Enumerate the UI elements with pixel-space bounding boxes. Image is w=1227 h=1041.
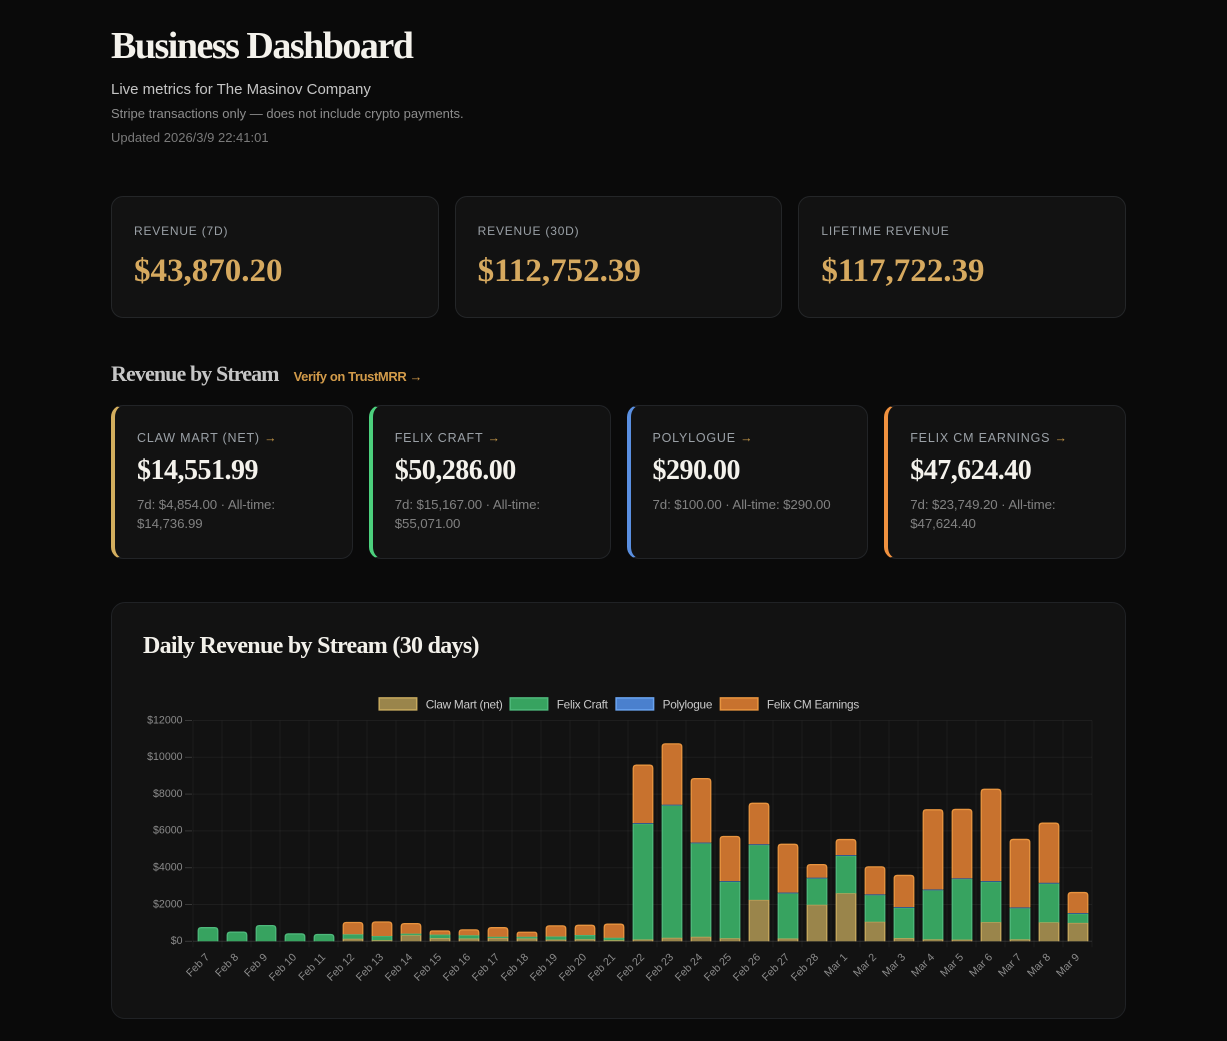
- svg-text:Mar 2: Mar 2: [851, 951, 879, 979]
- svg-text:$0: $0: [171, 935, 183, 947]
- svg-text:Feb 13: Feb 13: [354, 951, 386, 983]
- svg-text:Feb 27: Feb 27: [760, 951, 792, 983]
- svg-text:Felix Craft: Felix Craft: [557, 697, 609, 711]
- svg-text:$2000: $2000: [153, 898, 183, 910]
- svg-text:$12000: $12000: [147, 714, 182, 726]
- svg-text:Feb 21: Feb 21: [586, 951, 618, 983]
- svg-text:$4000: $4000: [153, 861, 183, 873]
- svg-text:Feb 11: Feb 11: [296, 951, 328, 983]
- svg-text:Mar 3: Mar 3: [880, 951, 908, 979]
- svg-text:$8000: $8000: [153, 787, 183, 799]
- svg-text:$10000: $10000: [147, 751, 182, 763]
- svg-text:Mar 9: Mar 9: [1054, 951, 1082, 979]
- svg-text:Mar 8: Mar 8: [1025, 951, 1053, 979]
- svg-text:Mar 4: Mar 4: [909, 951, 937, 979]
- svg-text:Claw Mart (net): Claw Mart (net): [426, 697, 503, 711]
- svg-text:Feb 17: Feb 17: [470, 951, 502, 983]
- svg-text:Feb 8: Feb 8: [213, 951, 241, 979]
- svg-text:Feb 25: Feb 25: [702, 951, 734, 983]
- svg-text:Mar 5: Mar 5: [938, 951, 966, 979]
- svg-text:Mar 7: Mar 7: [996, 951, 1024, 979]
- svg-text:Mar 1: Mar 1: [822, 951, 850, 979]
- svg-text:Feb 26: Feb 26: [731, 951, 763, 983]
- svg-text:Feb 7: Feb 7: [184, 951, 212, 979]
- svg-text:Feb 19: Feb 19: [528, 951, 560, 983]
- svg-text:Felix CM Earnings: Felix CM Earnings: [767, 697, 859, 711]
- svg-text:Mar 6: Mar 6: [967, 951, 995, 979]
- svg-text:Feb 15: Feb 15: [412, 951, 444, 983]
- svg-text:Feb 22: Feb 22: [615, 951, 647, 983]
- svg-text:Feb 23: Feb 23: [644, 951, 676, 983]
- svg-text:Feb 20: Feb 20: [557, 951, 589, 983]
- svg-text:Feb 12: Feb 12: [325, 951, 357, 983]
- svg-text:Feb 14: Feb 14: [383, 951, 415, 983]
- svg-text:$6000: $6000: [153, 824, 183, 836]
- svg-text:Feb 16: Feb 16: [441, 951, 473, 983]
- svg-text:Feb 18: Feb 18: [499, 951, 531, 983]
- svg-text:Polylogue: Polylogue: [663, 697, 713, 711]
- svg-text:Feb 10: Feb 10: [267, 951, 299, 983]
- svg-text:Feb 28: Feb 28: [789, 951, 821, 983]
- svg-text:Feb 24: Feb 24: [673, 951, 705, 983]
